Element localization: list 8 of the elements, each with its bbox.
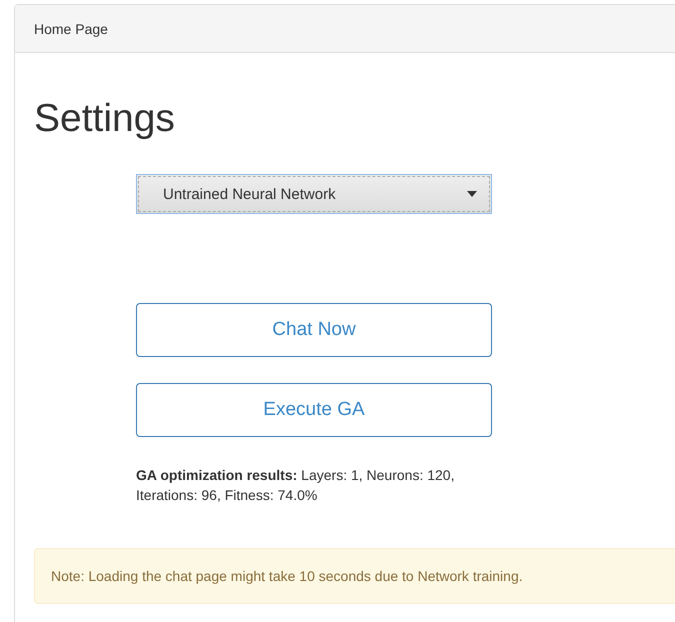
- action-button[interactable]: Chat Now: [136, 303, 492, 357]
- note-text: Note: Loading the chat page might take 10 seconds due to Network training.: [51, 568, 523, 584]
- page-title: Settings: [34, 97, 176, 141]
- action-button[interactable]: Execute GA: [136, 383, 492, 437]
- results-text: GA optimization results: Layers: 1, Neurons: 120, Iterations: 96, Fitness: 74.0%: [136, 466, 456, 505]
- panel-heading: Home Page: [34, 20, 108, 36]
- caret-icon: [467, 191, 477, 197]
- network-select[interactable]: Untrained Neural Network: [136, 174, 492, 214]
